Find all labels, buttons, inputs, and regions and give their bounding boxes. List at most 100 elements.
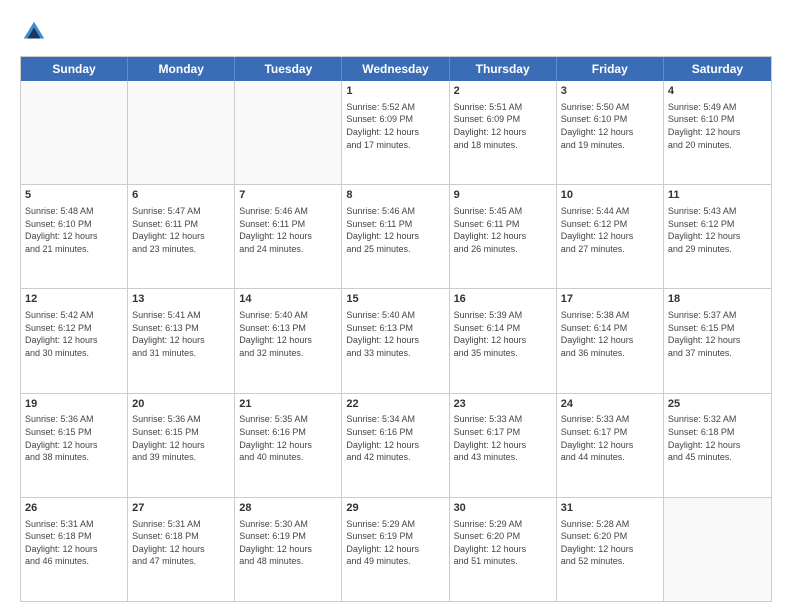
day-header-friday: Friday xyxy=(557,57,664,81)
calendar-body: 1Sunrise: 5:52 AM Sunset: 6:09 PM Daylig… xyxy=(21,81,771,601)
day-number: 10 xyxy=(561,188,659,203)
day-number: 11 xyxy=(668,188,767,203)
logo-icon xyxy=(20,18,48,46)
day-cell-1: 1Sunrise: 5:52 AM Sunset: 6:09 PM Daylig… xyxy=(342,81,449,184)
day-cell-23: 23Sunrise: 5:33 AM Sunset: 6:17 PM Dayli… xyxy=(450,394,557,497)
day-cell-27: 27 Sunrise: 5:31 AM Sunset: 6:18 PM Dayli… xyxy=(128,498,235,601)
day-cell-8: 8 Sunrise: 5:46 AM Sunset: 6:11 PM Daylig… xyxy=(342,185,449,288)
day-number: 13 xyxy=(132,292,230,307)
day-cell-14: 14 Sunrise: 5:40 AM Sunset: 6:13 PM Dayli… xyxy=(235,289,342,392)
week-row-1: 1Sunrise: 5:52 AM Sunset: 6:09 PM Daylig… xyxy=(21,81,771,184)
day-header-saturday: Saturday xyxy=(664,57,771,81)
day-info: Sunrise: 5:29 AM Sunset: 6:20 PM Dayligh… xyxy=(454,518,552,568)
day-info: Sunrise: 5:40 AM Sunset: 6:13 PM Dayligh… xyxy=(346,309,444,359)
day-cell-21: 21Sunrise: 5:35 AM Sunset: 6:16 PM Dayli… xyxy=(235,394,342,497)
day-number: 4 xyxy=(668,84,767,99)
empty-cell xyxy=(664,498,771,601)
day-cell-4: 4 Sunrise: 5:49 AM Sunset: 6:10 PM Daylig… xyxy=(664,81,771,184)
day-info: Sunrise: 5:39 AM Sunset: 6:14 PM Dayligh… xyxy=(454,309,552,359)
day-cell-6: 6 Sunrise: 5:47 AM Sunset: 6:11 PM Daylig… xyxy=(128,185,235,288)
day-cell-17: 17 Sunrise: 5:38 AM Sunset: 6:14 PM Dayli… xyxy=(557,289,664,392)
day-number: 15 xyxy=(346,292,444,307)
day-info: Sunrise: 5:33 AM Sunset: 6:17 PM Dayligh… xyxy=(561,413,659,463)
day-header-thursday: Thursday xyxy=(450,57,557,81)
day-number: 21 xyxy=(239,397,337,412)
week-row-5: 26 Sunrise: 5:31 AM Sunset: 6:18 PM Dayli… xyxy=(21,497,771,601)
day-info: Sunrise: 5:45 AM Sunset: 6:11 PM Dayligh… xyxy=(454,205,552,255)
day-info: Sunrise: 5:35 AM Sunset: 6:16 PM Dayligh… xyxy=(239,413,337,463)
day-info: Sunrise: 5:48 AM Sunset: 6:10 PM Dayligh… xyxy=(25,205,123,255)
day-info: Sunrise: 5:31 AM Sunset: 6:18 PM Dayligh… xyxy=(25,518,123,568)
day-number: 26 xyxy=(25,501,123,516)
day-number: 18 xyxy=(668,292,767,307)
calendar-header: SundayMondayTuesdayWednesdayThursdayFrid… xyxy=(21,57,771,81)
day-header-monday: Monday xyxy=(128,57,235,81)
day-number: 16 xyxy=(454,292,552,307)
day-cell-24: 24Sunrise: 5:33 AM Sunset: 6:17 PM Dayli… xyxy=(557,394,664,497)
day-number: 3 xyxy=(561,84,659,99)
day-cell-29: 29Sunrise: 5:29 AM Sunset: 6:19 PM Dayli… xyxy=(342,498,449,601)
day-cell-12: 12Sunrise: 5:42 AM Sunset: 6:12 PM Dayli… xyxy=(21,289,128,392)
day-info: Sunrise: 5:30 AM Sunset: 6:19 PM Dayligh… xyxy=(239,518,337,568)
day-number: 19 xyxy=(25,397,123,412)
day-info: Sunrise: 5:44 AM Sunset: 6:12 PM Dayligh… xyxy=(561,205,659,255)
day-number: 17 xyxy=(561,292,659,307)
day-number: 2 xyxy=(454,84,552,99)
day-cell-16: 16 Sunrise: 5:39 AM Sunset: 6:14 PM Dayli… xyxy=(450,289,557,392)
day-number: 8 xyxy=(346,188,444,203)
day-number: 6 xyxy=(132,188,230,203)
day-info: Sunrise: 5:42 AM Sunset: 6:12 PM Dayligh… xyxy=(25,309,123,359)
day-number: 5 xyxy=(25,188,123,203)
day-number: 14 xyxy=(239,292,337,307)
day-cell-25: 25Sunrise: 5:32 AM Sunset: 6:18 PM Dayli… xyxy=(664,394,771,497)
day-cell-30: 30 Sunrise: 5:29 AM Sunset: 6:20 PM Dayli… xyxy=(450,498,557,601)
day-info: Sunrise: 5:38 AM Sunset: 6:14 PM Dayligh… xyxy=(561,309,659,359)
day-info: Sunrise: 5:29 AM Sunset: 6:19 PM Dayligh… xyxy=(346,518,444,568)
day-number: 22 xyxy=(346,397,444,412)
week-row-2: 5 Sunrise: 5:48 AM Sunset: 6:10 PM Daylig… xyxy=(21,184,771,288)
day-header-tuesday: Tuesday xyxy=(235,57,342,81)
day-info: Sunrise: 5:49 AM Sunset: 6:10 PM Dayligh… xyxy=(668,101,767,151)
day-cell-11: 11 Sunrise: 5:43 AM Sunset: 6:12 PM Dayli… xyxy=(664,185,771,288)
day-cell-5: 5 Sunrise: 5:48 AM Sunset: 6:10 PM Daylig… xyxy=(21,185,128,288)
week-row-3: 12Sunrise: 5:42 AM Sunset: 6:12 PM Dayli… xyxy=(21,288,771,392)
page: SundayMondayTuesdayWednesdayThursdayFrid… xyxy=(0,0,792,612)
day-info: Sunrise: 5:46 AM Sunset: 6:11 PM Dayligh… xyxy=(239,205,337,255)
empty-cell xyxy=(235,81,342,184)
calendar: SundayMondayTuesdayWednesdayThursdayFrid… xyxy=(20,56,772,602)
day-cell-3: 3Sunrise: 5:50 AM Sunset: 6:10 PM Daylig… xyxy=(557,81,664,184)
day-cell-28: 28 Sunrise: 5:30 AM Sunset: 6:19 PM Dayli… xyxy=(235,498,342,601)
day-info: Sunrise: 5:46 AM Sunset: 6:11 PM Dayligh… xyxy=(346,205,444,255)
empty-cell xyxy=(128,81,235,184)
week-row-4: 19Sunrise: 5:36 AM Sunset: 6:15 PM Dayli… xyxy=(21,393,771,497)
day-cell-26: 26 Sunrise: 5:31 AM Sunset: 6:18 PM Dayli… xyxy=(21,498,128,601)
day-number: 7 xyxy=(239,188,337,203)
day-cell-15: 15 Sunrise: 5:40 AM Sunset: 6:13 PM Dayli… xyxy=(342,289,449,392)
day-cell-10: 10 Sunrise: 5:44 AM Sunset: 6:12 PM Dayli… xyxy=(557,185,664,288)
day-number: 27 xyxy=(132,501,230,516)
day-number: 30 xyxy=(454,501,552,516)
day-info: Sunrise: 5:37 AM Sunset: 6:15 PM Dayligh… xyxy=(668,309,767,359)
logo xyxy=(20,18,52,46)
day-header-wednesday: Wednesday xyxy=(342,57,449,81)
day-info: Sunrise: 5:40 AM Sunset: 6:13 PM Dayligh… xyxy=(239,309,337,359)
day-info: Sunrise: 5:43 AM Sunset: 6:12 PM Dayligh… xyxy=(668,205,767,255)
day-number: 25 xyxy=(668,397,767,412)
day-info: Sunrise: 5:31 AM Sunset: 6:18 PM Dayligh… xyxy=(132,518,230,568)
day-info: Sunrise: 5:32 AM Sunset: 6:18 PM Dayligh… xyxy=(668,413,767,463)
day-cell-18: 18 Sunrise: 5:37 AM Sunset: 6:15 PM Dayli… xyxy=(664,289,771,392)
day-number: 31 xyxy=(561,501,659,516)
day-number: 20 xyxy=(132,397,230,412)
day-info: Sunrise: 5:41 AM Sunset: 6:13 PM Dayligh… xyxy=(132,309,230,359)
day-info: Sunrise: 5:36 AM Sunset: 6:15 PM Dayligh… xyxy=(25,413,123,463)
day-number: 28 xyxy=(239,501,337,516)
day-info: Sunrise: 5:34 AM Sunset: 6:16 PM Dayligh… xyxy=(346,413,444,463)
day-number: 23 xyxy=(454,397,552,412)
day-cell-31: 31Sunrise: 5:28 AM Sunset: 6:20 PM Dayli… xyxy=(557,498,664,601)
day-cell-13: 13 Sunrise: 5:41 AM Sunset: 6:13 PM Dayli… xyxy=(128,289,235,392)
day-number: 9 xyxy=(454,188,552,203)
day-info: Sunrise: 5:47 AM Sunset: 6:11 PM Dayligh… xyxy=(132,205,230,255)
day-cell-20: 20Sunrise: 5:36 AM Sunset: 6:15 PM Dayli… xyxy=(128,394,235,497)
day-cell-19: 19Sunrise: 5:36 AM Sunset: 6:15 PM Dayli… xyxy=(21,394,128,497)
day-info: Sunrise: 5:33 AM Sunset: 6:17 PM Dayligh… xyxy=(454,413,552,463)
